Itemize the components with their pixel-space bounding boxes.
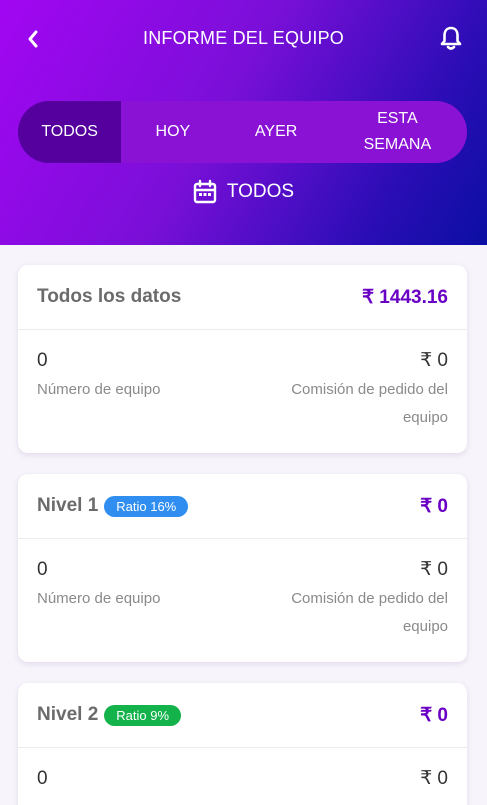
card-body: 0 ₹ 0 xyxy=(18,748,467,790)
card-amount: ₹ 0 xyxy=(420,495,448,517)
card-header: Todos los datos ₹ 1443.16 xyxy=(18,265,467,330)
team-count-value: 0 xyxy=(37,559,48,580)
ratio-badge: Ratio 16% xyxy=(104,495,189,517)
commission-value: ₹ 0 xyxy=(420,350,448,371)
commission-label: Comisión de pedido del equipo xyxy=(291,381,448,426)
team-count-value: 0 xyxy=(37,350,48,371)
commission-value: ₹ 0 xyxy=(420,768,448,789)
card-amount: ₹ 1443.16 xyxy=(361,286,448,308)
page-title: INFORME DEL EQUIPO xyxy=(143,27,344,48)
team-count-value: 0 xyxy=(37,768,48,789)
card-header: Nivel 2 Ratio 9% ₹ 0 xyxy=(18,683,467,748)
card-title-text: Todos los datos xyxy=(37,286,182,307)
tab-hoy[interactable]: HOY xyxy=(121,101,224,163)
team-count-label: Número de equipo xyxy=(37,590,161,607)
card-title-text: Nivel 2 xyxy=(37,704,99,725)
commission-column: ₹ 0 Comisión de pedido del equipo xyxy=(268,559,448,641)
commission-value: ₹ 0 xyxy=(420,559,448,580)
team-count-column: 0 Número de equipo xyxy=(37,559,160,641)
period-tabs: TODOS HOY AYER ESTA SEMANA xyxy=(18,101,467,163)
level-2-card: Nivel 2 Ratio 9% ₹ 0 0 ₹ 0 xyxy=(18,683,467,805)
card-body: 0 Número de equipo ₹ 0 Comisión de pedid… xyxy=(18,539,467,641)
tab-esta-semana[interactable]: ESTA SEMANA xyxy=(328,101,467,163)
card-title: Nivel 1 Ratio 16% xyxy=(37,495,189,517)
team-count-label: Número de equipo xyxy=(37,381,161,398)
notifications-button[interactable] xyxy=(437,23,465,53)
bell-icon xyxy=(440,26,462,50)
summary-card-all: Todos los datos ₹ 1443.16 0 Número de eq… xyxy=(18,265,467,453)
tab-todos[interactable]: TODOS xyxy=(18,101,122,163)
team-count-column: 0 xyxy=(37,768,48,790)
date-range-selector[interactable]: TODOS xyxy=(0,176,487,208)
commission-column: ₹ 0 Comisión de pedido del equipo xyxy=(268,350,448,432)
chevron-left-icon xyxy=(28,30,38,48)
back-button[interactable] xyxy=(20,26,46,52)
date-range-label: TODOS xyxy=(226,181,295,202)
level-1-card: Nivel 1 Ratio 16% ₹ 0 0 Número de equipo… xyxy=(18,474,467,662)
card-amount: ₹ 0 xyxy=(420,704,448,726)
tab-ayer[interactable]: AYER xyxy=(225,101,328,163)
card-body: 0 Número de equipo ₹ 0 Comisión de pedid… xyxy=(18,330,467,432)
top-bar: INFORME DEL EQUIPO xyxy=(0,18,487,58)
calendar-icon xyxy=(193,179,217,204)
card-title: Todos los datos xyxy=(37,286,181,308)
header: INFORME DEL EQUIPO TODOS HOY AYER ESTA S… xyxy=(0,0,487,245)
team-count-column: 0 Número de equipo xyxy=(37,350,160,432)
card-title: Nivel 2 Ratio 9% xyxy=(37,704,182,726)
card-header: Nivel 1 Ratio 16% ₹ 0 xyxy=(18,474,467,539)
commission-label: Comisión de pedido del equipo xyxy=(291,590,448,635)
card-title-text: Nivel 1 xyxy=(37,495,99,516)
ratio-badge: Ratio 9% xyxy=(104,704,182,726)
commission-column: ₹ 0 xyxy=(420,768,448,790)
